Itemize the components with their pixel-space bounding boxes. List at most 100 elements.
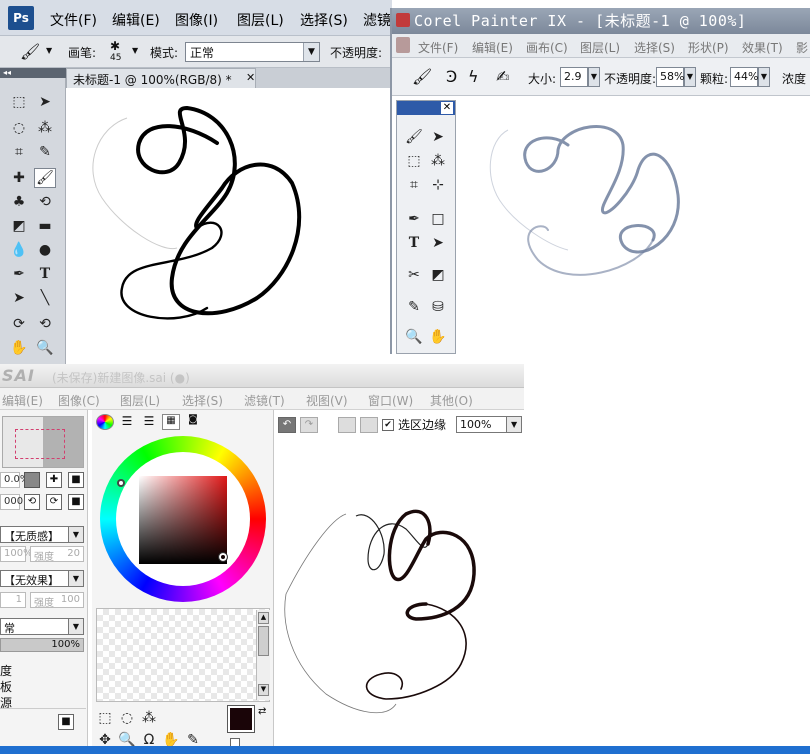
- chevron-down-icon[interactable]: ▼: [303, 43, 319, 61]
- toolbox-grip[interactable]: ◂◂: [0, 68, 66, 78]
- zoom-reset-icon[interactable]: ■: [68, 472, 84, 488]
- chevron-down-icon[interactable]: ▼: [68, 526, 84, 543]
- lasso-icon[interactable]: ◌: [8, 118, 30, 138]
- brush-icon[interactable]: 🖌: [34, 168, 56, 188]
- painter-menu-shape[interactable]: 形状(P): [688, 39, 729, 56]
- paint-bucket-icon[interactable]: ⛁: [427, 297, 449, 317]
- sai-menu-edit[interactable]: 编辑(E): [2, 392, 43, 409]
- brush-icon[interactable]: 🖌: [412, 67, 432, 86]
- magic-wand-icon[interactable]: ⁂: [140, 708, 158, 728]
- blend-mode-select[interactable]: 正常 ▼: [185, 42, 320, 62]
- line-icon[interactable]: ╲: [34, 288, 56, 308]
- color-wheel-tab-icon[interactable]: [96, 414, 114, 430]
- stamp-icon[interactable]: ♣: [8, 192, 30, 212]
- 3d-rotate-icon[interactable]: ⟳: [8, 314, 30, 334]
- transform-icon[interactable]: ⊹: [427, 175, 449, 195]
- lasso-icon[interactable]: ◌: [118, 708, 136, 728]
- ps-menu-edit[interactable]: 编辑(E): [112, 10, 160, 30]
- chevron-down-icon[interactable]: ▼: [132, 46, 138, 55]
- painter-doc-icon[interactable]: [396, 37, 410, 53]
- selection-edge-checkbox[interactable]: ✔: [382, 418, 394, 431]
- scroll-down-icon[interactable]: ▼: [258, 684, 269, 696]
- eraser-icon[interactable]: ◩: [427, 265, 449, 285]
- chevron-down-icon[interactable]: ▼: [68, 618, 84, 635]
- stroke-type-icon[interactable]: Ͽ: [446, 67, 457, 86]
- texture-select[interactable]: 【无质感】 ▼: [0, 526, 84, 543]
- type-icon[interactable]: T: [34, 264, 56, 284]
- ps-menu-filter[interactable]: 滤镜: [363, 10, 391, 30]
- zoom-in-icon[interactable]: ✚: [46, 472, 62, 488]
- size-field[interactable]: 2.9: [560, 67, 588, 87]
- painter-menu-select[interactable]: 选择(S): [634, 39, 675, 56]
- redo-icon[interactable]: ↷: [300, 416, 318, 433]
- stroke-shape-icon[interactable]: ϟ: [468, 67, 479, 86]
- hand-icon[interactable]: ✋: [8, 338, 30, 358]
- brush-preset-icon[interactable]: 🖌: [20, 42, 40, 61]
- scratchpad[interactable]: [96, 608, 270, 702]
- canvas-zoom-select[interactable]: 100% ▼: [456, 416, 523, 433]
- grain-field[interactable]: 44%: [730, 67, 758, 87]
- zoom-icon[interactable]: 🔍: [403, 327, 425, 347]
- texture-opacity-field[interactable]: 100%: [0, 546, 33, 562]
- opacity-slider[interactable]: 100%: [0, 638, 84, 652]
- shape-select-icon[interactable]: ➤: [427, 233, 449, 253]
- chevron-down-icon[interactable]: ▼: [684, 67, 696, 87]
- sv-handle[interactable]: [218, 552, 228, 562]
- scrollbar-thumb[interactable]: [258, 626, 269, 656]
- eyedropper-icon[interactable]: ✎: [403, 297, 425, 317]
- effect-select[interactable]: 【无效果】 ▼: [0, 570, 84, 587]
- chevron-down-icon[interactable]: ▼: [506, 416, 523, 433]
- healing-icon[interactable]: ✚: [8, 168, 30, 188]
- saturation-value-square[interactable]: [139, 476, 227, 564]
- magic-wand-icon[interactable]: ⁂: [34, 118, 56, 138]
- effect-strength-field[interactable]: 强度 100: [30, 592, 84, 609]
- ps-document-tab[interactable]: 未标题-1 @ 100%(RGB/8) *: [66, 68, 256, 88]
- chevron-down-icon[interactable]: ▼: [46, 46, 52, 55]
- chevron-down-icon[interactable]: ▼: [588, 67, 600, 87]
- zoom-out-button[interactable]: [24, 472, 40, 488]
- chevron-down-icon[interactable]: ▼: [68, 570, 84, 587]
- chevron-down-icon[interactable]: ▼: [758, 67, 770, 87]
- rotate-value[interactable]: 000: [0, 494, 23, 510]
- ps-menu-image[interactable]: 图像(I): [175, 10, 218, 30]
- ps-canvas[interactable]: [67, 88, 392, 368]
- painter-menu-edit[interactable]: 编辑(E): [472, 39, 513, 56]
- texture-strength-field[interactable]: 强度 20: [30, 546, 84, 563]
- ps-menu-file[interactable]: 文件(F): [50, 10, 97, 30]
- painter-menu-canvas[interactable]: 画布(C): [526, 39, 568, 56]
- ps-menu-select[interactable]: 选择(S): [300, 10, 348, 30]
- sai-menu-filter[interactable]: 滤镜(T): [244, 392, 285, 409]
- crop-icon[interactable]: ⌗: [403, 175, 425, 195]
- blend-mode-select[interactable]: 常 ▼: [0, 618, 84, 635]
- painter-menu-layer[interactable]: 图层(L): [580, 39, 620, 56]
- navigator-preview[interactable]: [2, 416, 84, 468]
- sai-stroke-drawing[interactable]: [276, 434, 524, 754]
- sai-menu-view[interactable]: 视图(V): [306, 392, 348, 409]
- history-brush-icon[interactable]: ⟲: [34, 192, 56, 212]
- move-icon[interactable]: ➤: [427, 127, 449, 147]
- opacity-field[interactable]: 58%: [656, 67, 684, 87]
- navigator-viewport[interactable]: [15, 429, 65, 459]
- ps-logo[interactable]: Ps: [8, 6, 34, 30]
- invert-selection-icon[interactable]: [360, 416, 378, 433]
- close-icon[interactable]: ✕: [441, 102, 453, 114]
- marquee-icon[interactable]: ⬚: [8, 92, 30, 112]
- close-icon[interactable]: ✕: [246, 71, 255, 84]
- painter-menu-more[interactable]: 影: [796, 39, 808, 56]
- scratchpad-scrollbar[interactable]: ▲ ▼: [256, 610, 270, 700]
- effect-width-field[interactable]: 1: [0, 592, 26, 608]
- sai-menu-select[interactable]: 选择(S): [182, 392, 223, 409]
- deselect-icon[interactable]: [338, 416, 356, 433]
- rotate-left-icon[interactable]: ⟲: [24, 494, 40, 510]
- scroll-up-icon[interactable]: ▲: [258, 612, 269, 624]
- eyedropper-icon[interactable]: ✎: [34, 142, 56, 162]
- blur-icon[interactable]: 💧: [8, 240, 30, 260]
- mixer-tab-icon[interactable]: ◙: [184, 414, 202, 430]
- sai-menu-window[interactable]: 窗口(W): [368, 392, 413, 409]
- hand-icon[interactable]: ✋: [427, 327, 449, 347]
- brush-variant-icon[interactable]: ✍: [496, 67, 509, 86]
- gradient-icon[interactable]: ▬: [34, 216, 56, 236]
- dodge-icon[interactable]: ●: [34, 240, 56, 260]
- sai-menu-image[interactable]: 图像(C): [58, 392, 100, 409]
- marquee-icon[interactable]: ⬚: [96, 708, 114, 728]
